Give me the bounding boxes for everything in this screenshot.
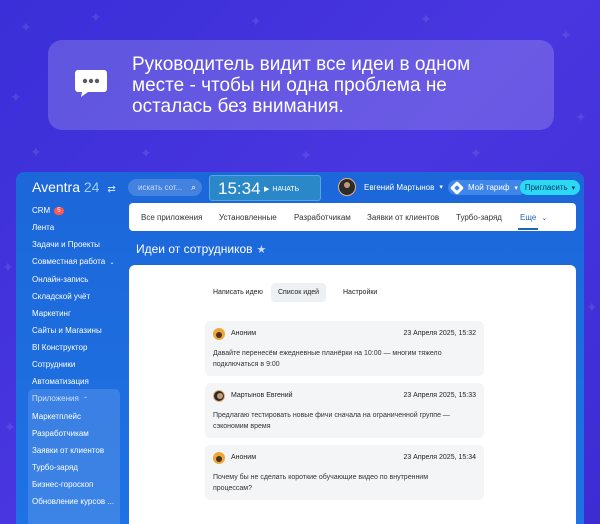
- chevron-up-icon: ⌃: [83, 397, 89, 403]
- idea-text-line: сэкономим время: [213, 423, 271, 430]
- subtab-idea-list[interactable]: Список идей: [271, 283, 327, 302]
- tab-more[interactable]: Еще ⌄: [520, 213, 547, 222]
- sidebar-item[interactable]: Заявки от клиентов: [32, 446, 104, 455]
- search-icon[interactable]: ⌕: [191, 182, 196, 193]
- idea-author: Мартынов Евгений: [231, 392, 293, 399]
- callout-line: Руководитель видит все идеи в одном: [132, 54, 471, 75]
- sidebar-group-toggle[interactable]: Приложения ⌃: [32, 394, 88, 403]
- ideas-panel: Написать идею Список идей Настройки Анон…: [129, 265, 576, 524]
- tariff-label: Мой тариф: [468, 183, 510, 192]
- avatar: [338, 178, 356, 196]
- tariff-button[interactable]: Мой тариф ▾: [448, 180, 526, 195]
- idea-text-line: Давайте перенесём ежедневные планёрки на…: [213, 350, 442, 357]
- subtab-write-idea[interactable]: Написать идею: [213, 289, 263, 296]
- sidebar-item[interactable]: Бизнес-гороскоп: [32, 480, 93, 489]
- diamond-icon: [449, 180, 465, 195]
- work-time-widget[interactable]: 15:34 НАЧАТЬ: [209, 175, 321, 201]
- sidebar-item-label: Совместная работа: [32, 257, 106, 266]
- tab-developers[interactable]: Разработчикам: [294, 213, 351, 222]
- sidebar-item[interactable]: Турбо-заряд: [32, 463, 78, 472]
- sidebar-item[interactable]: Лента: [32, 223, 54, 232]
- logo-number: 24: [83, 179, 100, 195]
- idea-card[interactable]: Аноним 23 Апреля 2025, 15:32 Давайте пер…: [205, 321, 484, 376]
- sidebar-item[interactable]: Сайты и Магазины: [32, 326, 102, 335]
- sidebar-item[interactable]: Автоматизация: [32, 377, 89, 386]
- chevron-down-icon: ▾: [571, 184, 576, 192]
- tab-more-label: Еще: [520, 213, 537, 222]
- chevron-down-icon: ⌄: [541, 215, 548, 222]
- idea-card[interactable]: Аноним 23 Апреля 2025, 15:34 Почему бы н…: [205, 445, 484, 500]
- sidebar-item[interactable]: Складской учёт: [32, 292, 90, 301]
- callout-line: месте - чтобы ни одна проблема не: [132, 75, 447, 96]
- avatar: [213, 452, 225, 464]
- idea-date: 23 Апреля 2025, 15:32: [403, 330, 476, 337]
- sidebar-group-title: Приложения: [32, 394, 79, 403]
- chevron-down-icon: ▾: [439, 184, 443, 191]
- idea-author: Аноним: [231, 454, 257, 461]
- logo-text: Aventra: [32, 179, 80, 195]
- callout-text: Руководитель видит все идеи в одном мест…: [132, 54, 534, 117]
- sidebar-item[interactable]: Сотрудники: [32, 360, 75, 369]
- invite-label: Пригласить: [524, 183, 568, 192]
- tab-all-apps[interactable]: Все приложения: [141, 213, 202, 222]
- sidebar-item[interactable]: Задачи и Проекты: [32, 240, 100, 249]
- sidebar-item-crm[interactable]: CRM 5: [32, 206, 64, 215]
- app-tabs: Все приложения Установленные Разработчик…: [129, 203, 576, 231]
- sidebar: CRM 5 Лента Задачи и Проекты Совместная р…: [16, 202, 128, 524]
- idea-card[interactable]: Мартынов Евгений 23 Апреля 2025, 15:33 П…: [205, 383, 484, 438]
- idea-text-line: процессам?: [213, 485, 252, 492]
- sidebar-item[interactable]: Маркетплейс: [32, 412, 81, 421]
- tab-installed[interactable]: Установленные: [219, 213, 277, 222]
- chevron-down-icon: ⌄: [109, 260, 115, 266]
- user-menu[interactable]: Евгений Мартынов ▾: [338, 178, 443, 196]
- sidebar-item[interactable]: Обновление курсов ...: [32, 497, 114, 506]
- page-title-text: Идеи от сотрудников: [136, 242, 253, 256]
- tab-turbo[interactable]: Турбо-заряд: [456, 213, 502, 222]
- avatar: [213, 328, 225, 340]
- invite-button[interactable]: Пригласить ▾: [520, 180, 580, 195]
- speech-bubble-icon: [75, 70, 107, 97]
- app-window: Aventra 24 ⇄ искать сот... ⌕ 15:34 НАЧАТ…: [16, 172, 584, 524]
- idea-author: Аноним: [231, 330, 257, 337]
- top-bar: Aventra 24 ⇄ искать сот... ⌕ 15:34 НАЧАТ…: [16, 172, 584, 202]
- clock-time: 15:34: [218, 179, 261, 198]
- avatar: [213, 390, 225, 402]
- active-tab-indicator: [518, 228, 538, 230]
- logo[interactable]: Aventra 24 ⇄: [32, 179, 116, 195]
- callout-banner: Руководитель видит все идеи в одном мест…: [48, 40, 554, 130]
- search-input[interactable]: искать сот... ⌕: [128, 179, 202, 196]
- idea-text-line: Предлагаю тестировать новые фичи сначала…: [213, 412, 450, 419]
- counter-badge: 5: [54, 207, 64, 215]
- sidebar-item[interactable]: Онлайн-запись: [32, 275, 88, 284]
- idea-text-line: подключаться в 9:00: [213, 361, 280, 368]
- idea-date: 23 Апреля 2025, 15:34: [403, 454, 476, 461]
- idea-text-line: Почему бы не сделать короткие обучающие …: [213, 474, 429, 481]
- idea-date: 23 Апреля 2025, 15:33: [403, 392, 476, 399]
- start-button[interactable]: НАЧАТЬ: [264, 185, 299, 193]
- subtab-settings[interactable]: Настройки: [343, 289, 377, 296]
- star-icon[interactable]: ★: [257, 244, 267, 256]
- search-placeholder: искать сот...: [138, 183, 183, 192]
- switch-icon[interactable]: ⇄: [107, 184, 115, 195]
- sidebar-item-label: CRM: [32, 206, 51, 215]
- user-name: Евгений Мартынов: [364, 182, 435, 192]
- sidebar-item[interactable]: Маркетинг: [32, 309, 71, 318]
- sidebar-item-collab[interactable]: Совместная работа ⌄: [32, 257, 114, 266]
- chevron-down-icon: ▾: [514, 184, 518, 192]
- tab-client-requests[interactable]: Заявки от клиентов: [367, 213, 439, 222]
- callout-line: осталась без внимания.: [132, 96, 344, 117]
- page-title: Идеи от сотрудников ★: [136, 242, 266, 256]
- idea-text: Предлагаю тестировать новые фичи сначала…: [213, 410, 474, 432]
- sidebar-item[interactable]: Разработчикам: [32, 429, 89, 438]
- idea-text: Давайте перенесём ежедневные планёрки на…: [213, 348, 474, 370]
- sidebar-item[interactable]: BI Конструктор: [32, 343, 87, 352]
- idea-text: Почему бы не сделать короткие обучающие …: [213, 472, 474, 494]
